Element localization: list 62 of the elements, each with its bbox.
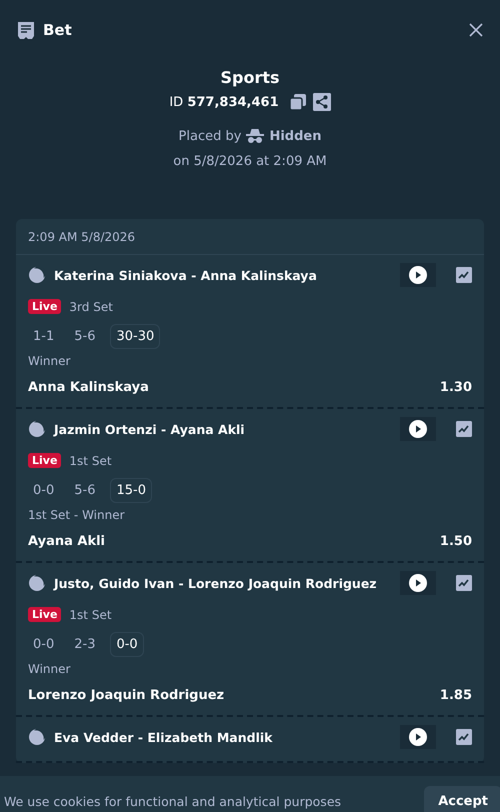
- score: 0-0: [32, 636, 56, 654]
- market-label: Winner: [28, 662, 72, 676]
- tennis-ball-icon: [28, 266, 46, 284]
- stats-button[interactable]: [456, 575, 472, 591]
- live-badge: Live: [28, 607, 62, 622]
- chart-icon: [456, 421, 472, 437]
- score: 30-30: [110, 324, 160, 349]
- period-label: 1st Set: [69, 454, 112, 468]
- placed-date: on 5/8/2026 at 2:09 AM: [173, 154, 327, 169]
- event-title: Justo, Guido Ivan - Lorenzo Joaquin Rodriguez: [54, 576, 378, 590]
- stats-button[interactable]: [456, 729, 472, 745]
- chart-icon: [456, 575, 472, 591]
- receipt-icon: [17, 20, 35, 40]
- user-name: Hidden: [269, 128, 322, 144]
- play-icon: [409, 574, 427, 592]
- odds-value: 1.50: [440, 534, 472, 549]
- accept-button[interactable]: Accept: [424, 786, 500, 812]
- play-button[interactable]: [400, 725, 436, 749]
- bet-id: ID 577,834,461: [169, 94, 279, 110]
- play-button[interactable]: [400, 417, 436, 441]
- event-title: Katerina Siniakova - Anna Kalinskaya: [54, 268, 318, 282]
- market-label: Winner: [28, 354, 72, 368]
- period-label: 1st Set: [69, 608, 112, 622]
- stats-button[interactable]: [456, 267, 472, 283]
- selection-name: Anna Kalinskaya: [28, 380, 149, 395]
- score: 5-6: [73, 482, 96, 500]
- bet-timestamp: 2:09 AM 5/8/2026: [16, 219, 484, 255]
- tennis-ball-icon: [28, 420, 46, 438]
- live-badge: Live: [28, 453, 62, 468]
- stats-button[interactable]: [456, 421, 472, 437]
- play-icon: [409, 266, 427, 284]
- copy-icon[interactable]: [288, 93, 307, 111]
- cookie-notice: We use cookies for functional and analytical purposes: [4, 794, 342, 811]
- play-icon: [409, 420, 427, 438]
- live-badge: Live: [28, 299, 62, 314]
- selection-name: Lorenzo Joaquin Rodriguez: [28, 688, 224, 703]
- score: 0-0: [32, 482, 56, 500]
- tennis-ball-icon: [28, 728, 46, 746]
- play-button[interactable]: [400, 263, 436, 287]
- event-title: Jazmin Ortenzi - Ayana Akli: [54, 422, 246, 436]
- selection-name: Ayana Akli: [28, 534, 106, 549]
- event-title: Eva Vedder - Elizabeth Mandlik: [54, 730, 274, 744]
- odds-value: 1.30: [440, 380, 472, 395]
- tennis-ball-icon: [28, 574, 46, 592]
- play-button[interactable]: [400, 571, 436, 595]
- share-icon[interactable]: [312, 93, 331, 111]
- odds-value: 1.85: [440, 688, 472, 703]
- play-icon: [409, 728, 427, 746]
- chart-icon: [456, 729, 472, 745]
- market-label: 1st Set - Winner: [28, 508, 126, 522]
- chart-icon: [456, 267, 472, 283]
- bet-type: Sports: [220, 68, 280, 87]
- period-label: 3rd Set: [69, 300, 113, 314]
- score: 1-1: [32, 328, 56, 346]
- score: 2-3: [73, 636, 96, 654]
- score: 5-6: [73, 328, 96, 346]
- dialog-title: Bet: [43, 21, 73, 39]
- score: 15-0: [110, 478, 152, 503]
- score: 0-0: [110, 632, 144, 657]
- placed-by-label: Placed by: [178, 128, 242, 144]
- close-icon[interactable]: [468, 22, 484, 38]
- incognito-icon: [246, 128, 264, 144]
